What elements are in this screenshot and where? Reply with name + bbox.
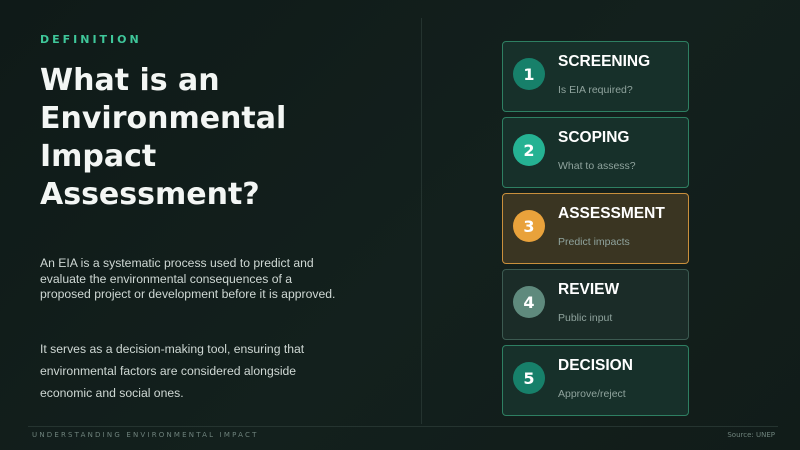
footer-title: UNDERSTANDING ENVIRONMENTAL IMPACT — [32, 431, 259, 439]
step-card-assessment: 3 ASSESSMENT Predict impacts — [502, 193, 689, 264]
step-subtitle: Is EIA required? — [558, 84, 633, 96]
step-number-badge: 4 — [513, 286, 545, 318]
footer-source: Source: UNEP — [727, 431, 775, 439]
step-card-decision: 5 DECISION Approve/reject — [502, 345, 689, 416]
step-title: SCREENING — [558, 53, 651, 70]
slide: DEFINITION What is an Environmental Impa… — [0, 0, 800, 450]
step-card-screening: 1 SCREENING Is EIA required? — [502, 41, 689, 112]
step-number-badge: 1 — [513, 58, 545, 90]
step-subtitle: What to assess? — [558, 160, 636, 172]
step-subtitle: Public input — [558, 312, 613, 324]
step-title: REVIEW — [558, 281, 620, 298]
step-subtitle: Approve/reject — [558, 388, 626, 400]
step-number-badge: 2 — [513, 134, 545, 166]
step-title: DECISION — [558, 357, 633, 374]
step-card-scoping: 2 SCOPING What to assess? — [502, 117, 689, 188]
step-number-badge: 3 — [513, 210, 545, 242]
step-card-review: 4 REVIEW Public input — [502, 269, 689, 340]
purpose-paragraph: It serves as a decision-making tool, ens… — [40, 342, 305, 400]
column-divider — [421, 18, 422, 424]
process-steps-list: 1 SCREENING Is EIA required? 2 SCOPING W… — [502, 41, 689, 421]
footer-divider — [28, 426, 778, 427]
step-number-badge: 5 — [513, 362, 545, 394]
step-subtitle: Predict impacts — [558, 236, 630, 248]
step-title: ASSESSMENT — [558, 205, 665, 222]
section-label: DEFINITION — [40, 33, 142, 46]
page-title: What is an Environmental Impact Assessme… — [40, 63, 287, 212]
step-title: SCOPING — [558, 129, 630, 146]
definition-paragraph: An EIA is a systematic process used to p… — [40, 256, 336, 301]
